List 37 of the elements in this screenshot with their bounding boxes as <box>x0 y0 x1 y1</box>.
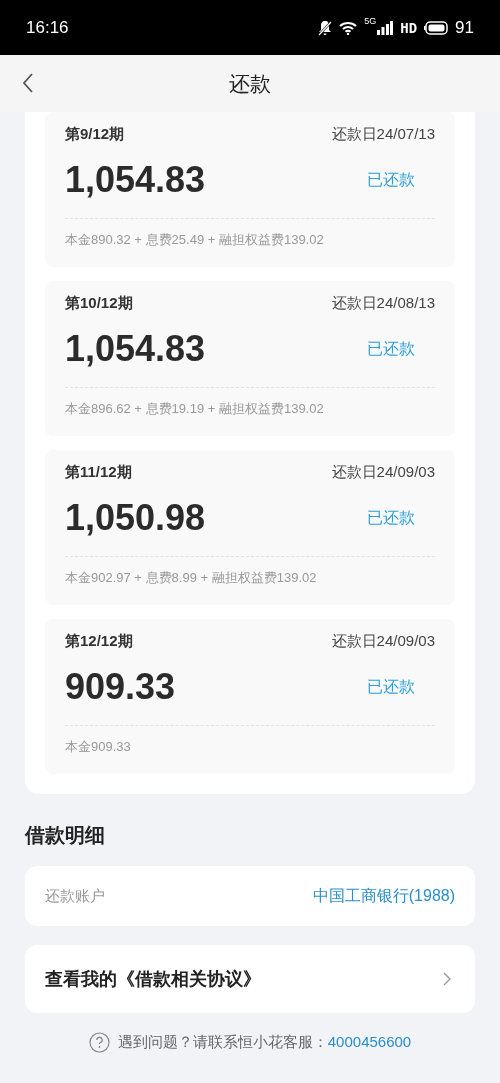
agreement-link[interactable]: 查看我的《借款相关协议》 <box>25 945 475 1013</box>
page-title: 还款 <box>229 70 271 97</box>
battery-icon <box>424 20 449 35</box>
amount-breakdown: 本金909.33 <box>65 738 132 756</box>
period-label: 第12/12期 <box>65 631 133 651</box>
due-date: 还款日24/07/13 <box>331 124 435 144</box>
amount: 1,054.83 <box>65 327 206 371</box>
wifi-icon <box>339 20 358 35</box>
amount-breakdown: 本金902.97 + 息费8.99 + 融担权益费139.02 <box>65 569 318 587</box>
clock-time: 16:16 <box>26 17 69 38</box>
period-label: 第10/12期 <box>65 293 133 313</box>
payment-status: 已还款 <box>367 507 415 528</box>
amount: 1,050.98 <box>65 496 206 540</box>
due-date: 还款日24/09/03 <box>331 631 435 651</box>
network-type: 5G <box>364 15 377 26</box>
section-title: 借款明细 <box>25 823 105 848</box>
payment-status: 已还款 <box>367 338 415 359</box>
due-date: 还款日24/09/03 <box>331 462 435 482</box>
account-label: 还款账户 <box>45 886 105 906</box>
battery-percent: 91 <box>455 17 474 38</box>
back-icon <box>22 72 34 94</box>
amount: 1,054.83 <box>65 158 206 202</box>
help-icon <box>88 1031 110 1053</box>
period-label: 第9/12期 <box>65 124 125 144</box>
muted-bell-icon <box>318 19 333 36</box>
bank-account: 中国工商银行(1988) <box>312 885 455 906</box>
signal-icon <box>377 20 394 35</box>
amount: 909.33 <box>65 665 176 709</box>
amount-breakdown: 本金896.62 + 息费19.19 + 融担权益费139.02 <box>65 400 325 418</box>
payment-status: 已还款 <box>367 169 415 190</box>
chevron-right-icon <box>443 972 451 986</box>
hd-indicator: HD <box>400 19 418 36</box>
due-date: 还款日24/08/13 <box>331 293 435 313</box>
help-text: 遇到问题？请联系恒小花客服：4000456600 <box>117 1032 412 1052</box>
amount-breakdown: 本金890.32 + 息费25.49 + 融担权益费139.02 <box>65 231 325 249</box>
period-label: 第11/12期 <box>65 462 132 482</box>
payment-status: 已还款 <box>367 676 415 697</box>
